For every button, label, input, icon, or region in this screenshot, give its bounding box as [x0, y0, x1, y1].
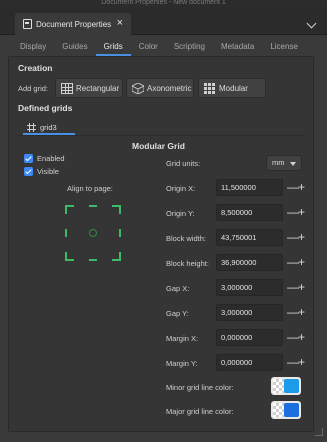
major-grid-color-label: Major grid line color:: [166, 407, 234, 416]
gap-y-label: Gap Y:: [166, 309, 189, 318]
grid-units-select[interactable]: mm: [266, 155, 302, 171]
window-title: Document Properties - New document 1: [0, 0, 327, 8]
add-rectangular-grid-button[interactable]: Rectangular: [55, 78, 123, 98]
margin-x-label: Margin X:: [166, 334, 199, 343]
origin-x-label: Origin X:: [166, 184, 196, 193]
add-axonometric-grid-button[interactable]: Axonometric: [126, 78, 194, 98]
modular-grid-icon: [204, 82, 216, 94]
margin-x-field[interactable]: 0,000000: [216, 329, 283, 346]
origin-x-field[interactable]: 11,500000: [216, 179, 283, 196]
margin-x-plus-button[interactable]: +: [298, 331, 305, 343]
gap-y-plus-button[interactable]: +: [298, 306, 305, 318]
grid-tab-label: grid3: [40, 122, 57, 132]
block-height-plus-button[interactable]: +: [298, 256, 305, 268]
visible-checkbox[interactable]: [24, 167, 33, 176]
minor-grid-color-button[interactable]: [271, 377, 301, 395]
gap-x-plus-button[interactable]: +: [298, 281, 305, 293]
grid-tab-grid3[interactable]: grid3: [23, 119, 75, 135]
grid-units-label: Grid units:: [166, 159, 201, 168]
block-height-label: Block height:: [166, 259, 209, 268]
block-height-field[interactable]: 36,900000: [216, 254, 283, 271]
rectangular-grid-icon: [61, 82, 73, 94]
align-bottom[interactable]: [89, 259, 97, 261]
origin-y-plus-button[interactable]: +: [298, 206, 305, 218]
gap-y-field[interactable]: 3,000000: [216, 304, 283, 321]
margin-y-plus-button[interactable]: +: [298, 356, 305, 368]
close-icon[interactable]: ×: [117, 17, 123, 29]
align-to-page-widget[interactable]: [65, 205, 121, 261]
document-properties-tab[interactable]: Document Properties ×: [15, 13, 131, 35]
properties-tabs: Display Guides Grids Color Scripting Met…: [0, 37, 327, 57]
dock-tabbar: Document Properties ×: [0, 8, 327, 35]
grid-icon: [27, 122, 36, 132]
modular-grid-heading: Modular Grid: [132, 141, 185, 151]
align-top-left[interactable]: [65, 205, 74, 214]
rectangular-label: Rectangular: [76, 83, 120, 93]
axonometric-grid-icon: [132, 82, 144, 94]
enabled-label: Enabled: [37, 154, 65, 163]
major-grid-color-button[interactable]: [271, 401, 301, 419]
dropdown-caret-icon: [290, 162, 296, 166]
origin-y-label: Origin Y:: [166, 209, 195, 218]
visible-label: Visible: [37, 167, 59, 176]
align-bottom-right[interactable]: [112, 252, 121, 261]
grids-panel: Creation Add grid: Rectangular Axonometr…: [8, 56, 314, 432]
tab-display[interactable]: Display: [12, 37, 54, 57]
margin-y-label: Margin Y:: [166, 359, 198, 368]
align-left[interactable]: [65, 229, 67, 237]
enabled-checkbox[interactable]: [24, 154, 33, 163]
align-to-page-label: Align to page:: [67, 184, 113, 193]
resize-grip-icon[interactable]: [315, 428, 323, 436]
minor-grid-color-label: Minor grid line color:: [166, 383, 234, 392]
origin-x-plus-button[interactable]: +: [298, 181, 305, 193]
grid-units-value: mm: [272, 158, 285, 167]
gap-x-label: Gap X:: [166, 284, 190, 293]
add-grid-label: Add grid:: [18, 84, 49, 93]
tab-guides[interactable]: Guides: [54, 37, 95, 57]
minor-color-preview: [284, 379, 299, 393]
axonometric-label: Axonometric: [147, 83, 192, 93]
document-properties-tab-label: Document Properties: [36, 19, 112, 29]
chevron-down-icon[interactable]: [306, 18, 317, 29]
major-color-preview: [284, 403, 299, 417]
add-modular-grid-button[interactable]: Modular: [198, 78, 266, 98]
creation-heading: Creation: [18, 63, 53, 73]
align-top-right[interactable]: [112, 205, 121, 214]
document-icon: [23, 19, 32, 29]
modular-label: Modular: [219, 83, 248, 93]
block-width-field[interactable]: 43,750001: [216, 229, 283, 246]
align-bottom-left[interactable]: [65, 252, 74, 261]
margin-y-field[interactable]: 0,000000: [216, 354, 283, 371]
origin-y-field[interactable]: 8,500000: [216, 204, 283, 221]
align-center[interactable]: [89, 229, 97, 237]
block-width-plus-button[interactable]: +: [298, 231, 305, 243]
align-right[interactable]: [119, 229, 121, 237]
defined-grids-heading: Defined grids: [18, 103, 73, 113]
divider: [17, 135, 305, 136]
tab-license[interactable]: License: [262, 37, 306, 57]
tab-scripting[interactable]: Scripting: [166, 37, 213, 57]
block-width-label: Block width:: [166, 234, 207, 243]
tab-grids[interactable]: Grids: [95, 37, 131, 57]
gap-x-field[interactable]: 3,000000: [216, 279, 283, 296]
tab-color[interactable]: Color: [131, 37, 166, 57]
tab-metadata[interactable]: Metadata: [213, 37, 262, 57]
align-top[interactable]: [89, 205, 97, 207]
